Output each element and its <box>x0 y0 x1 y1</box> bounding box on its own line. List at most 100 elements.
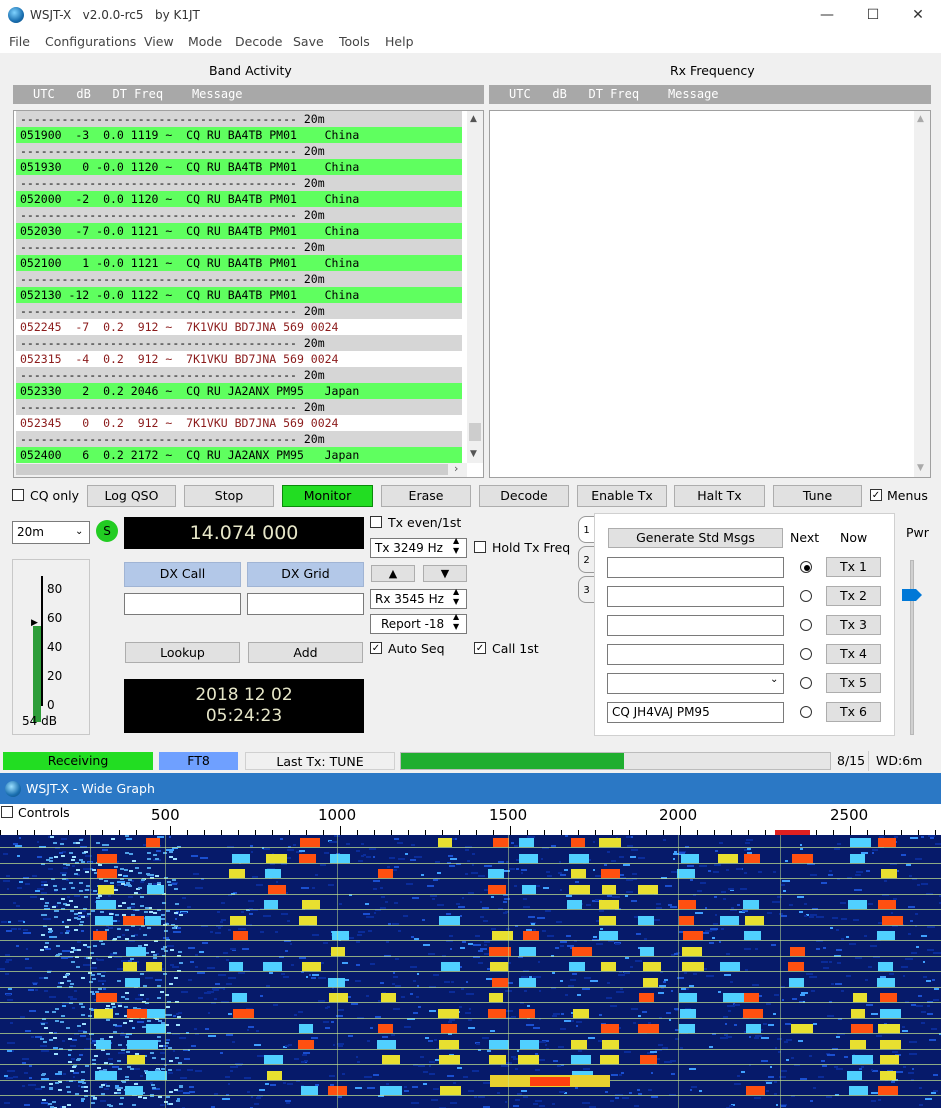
menus-checkbox[interactable]: ✓ <box>870 489 882 501</box>
tx3-message-input[interactable] <box>607 615 784 636</box>
dx-grid-input[interactable] <box>247 593 364 615</box>
band-activity-vscroll[interactable]: ▲ ▼ <box>467 111 483 463</box>
tx5-now-button[interactable]: Tx 5 <box>826 673 881 693</box>
clock-date: 2018 12 02 <box>195 685 293 705</box>
generate-std-msgs-button[interactable]: Generate Std Msgs <box>608 528 783 548</box>
tx5-chevron-down-icon[interactable]: ⌄ <box>770 674 778 685</box>
halt-tx-button[interactable]: Halt Tx <box>674 485 765 507</box>
maximize-button[interactable]: ☐ <box>850 0 896 31</box>
lookup-button[interactable]: Lookup <box>125 642 240 663</box>
hold-tx-freq-checkbox[interactable] <box>474 541 486 553</box>
period-separator: ----------------------------------------… <box>16 431 462 447</box>
rx-frequency-vscroll[interactable]: ▲ ▼ <box>914 111 930 477</box>
decode-line[interactable]: 052130 -12 -0.0 1122 ~ CQ RU BA4TB PM01 … <box>16 287 462 303</box>
decode-line[interactable]: 051900 -3 0.0 1119 ~ CQ RU BA4TB PM01 Ch… <box>16 127 462 143</box>
waterfall-display[interactable] <box>0 835 941 1108</box>
app-globe-icon <box>8 7 24 23</box>
decode-line[interactable]: 052315 -4 0.2 912 ~ 7K1VKU BD7JNA 569 00… <box>16 351 462 367</box>
tx2-message-input[interactable] <box>607 586 784 607</box>
rx-frequency-panel[interactable]: ▲ ▼ <box>489 110 931 478</box>
decode-line[interactable]: 052345 0 0.2 912 ~ 7K1VKU BD7JNA 569 002… <box>16 415 462 431</box>
scroll-down-icon[interactable]: ▼ <box>470 449 477 459</box>
up-arrow-button[interactable]: ▲ <box>371 565 415 582</box>
decode-line[interactable]: 052330 2 0.2 2046 ~ CQ RU JA2ANX PM95 Ja… <box>16 383 462 399</box>
menu-help[interactable]: Help <box>385 34 414 49</box>
stop-button[interactable]: Stop <box>184 485 274 507</box>
tx3-now-button[interactable]: Tx 3 <box>826 615 881 635</box>
add-button[interactable]: Add <box>248 642 363 663</box>
band-activity-hscroll[interactable]: › <box>14 462 467 477</box>
tab-3[interactable]: 3 <box>578 576 595 603</box>
dx-call-input[interactable] <box>124 593 241 615</box>
tx-even-checkbox[interactable] <box>370 516 382 528</box>
rx-spin-arrows-icon[interactable]: ▲ ▼ <box>453 587 459 607</box>
rx-scroll-down-icon[interactable]: ▼ <box>917 463 924 473</box>
controls-checkbox[interactable] <box>1 806 13 818</box>
band-activity-panel[interactable]: ----------------------------------------… <box>13 110 484 478</box>
menu-file[interactable]: File <box>9 34 30 49</box>
hscroll-thumb[interactable] <box>16 464 448 475</box>
menu-decode[interactable]: Decode <box>235 34 282 49</box>
meter-tick-0: 0 <box>47 698 55 712</box>
tx1-next-radio[interactable] <box>800 561 812 573</box>
decode-line[interactable]: 051930 0 -0.0 1120 ~ CQ RU BA4TB PM01 Ch… <box>16 159 462 175</box>
decode-line[interactable]: 052030 -7 -0.0 1121 ~ CQ RU BA4TB PM01 C… <box>16 223 462 239</box>
auto-seq-checkbox[interactable]: ✓ <box>370 642 382 654</box>
menu-view[interactable]: View <box>144 34 174 49</box>
report-spin-arrows-icon[interactable]: ▲ ▼ <box>453 612 459 632</box>
band-activity-list: ----------------------------------------… <box>16 111 462 463</box>
band-select-value: 20m <box>17 525 44 539</box>
pwr-slider-track[interactable] <box>910 560 914 735</box>
period-separator: ----------------------------------------… <box>16 207 462 223</box>
period-separator: ----------------------------------------… <box>16 367 462 383</box>
tx4-message-input[interactable] <box>607 644 784 665</box>
tx2-now-button[interactable]: Tx 2 <box>826 586 881 606</box>
decode-line[interactable]: 052100 1 -0.0 1121 ~ CQ RU BA4TB PM01 Ch… <box>16 255 462 271</box>
band-activity-header: UTC dB DT Freq Message <box>13 85 484 104</box>
tx5-next-radio[interactable] <box>800 677 812 689</box>
spin-arrows-icon[interactable]: ▲ ▼ <box>453 536 459 556</box>
cq-only-checkbox[interactable] <box>12 489 24 501</box>
menu-mode[interactable]: Mode <box>188 34 222 49</box>
tab-2[interactable]: 2 <box>578 546 595 573</box>
tx4-now-button[interactable]: Tx 4 <box>826 644 881 664</box>
down-arrow-button[interactable]: ▼ <box>423 565 467 582</box>
call-1st-checkbox[interactable]: ✓ <box>474 642 486 654</box>
tx6-next-radio[interactable] <box>800 706 812 718</box>
band-select[interactable]: 20m ⌄ <box>12 521 90 544</box>
tx2-next-radio[interactable] <box>800 590 812 602</box>
decode-line[interactable]: 052245 -7 0.2 912 ~ 7K1VKU BD7JNA 569 00… <box>16 319 462 335</box>
tx4-next-radio[interactable] <box>800 648 812 660</box>
tx3-next-radio[interactable] <box>800 619 812 631</box>
tx5-message-input[interactable] <box>607 673 784 694</box>
tab-1[interactable]: 1 <box>578 516 595 543</box>
tx1-message-input[interactable] <box>607 557 784 578</box>
tx6-message-input[interactable]: CQ JH4VAJ PM95 <box>607 702 784 723</box>
rx-scroll-up-icon[interactable]: ▲ <box>917 114 924 124</box>
report-spinbox[interactable]: Report -18 ▲ ▼ <box>370 612 467 634</box>
close-button[interactable]: ✕ <box>895 0 941 31</box>
tx-frequency-spinbox[interactable]: Tx 3249 Hz ▲ ▼ <box>370 536 467 558</box>
monitor-button[interactable]: Monitor <box>282 485 373 507</box>
pwr-slider-handle[interactable] <box>902 589 922 601</box>
decode-button[interactable]: Decode <box>479 485 569 507</box>
s-meter-badge[interactable]: S <box>96 520 118 542</box>
log-qso-button[interactable]: Log QSO <box>87 485 176 507</box>
decode-line[interactable]: 052000 -2 0.0 1120 ~ CQ RU BA4TB PM01 Ch… <box>16 191 462 207</box>
minimize-button[interactable]: — <box>804 0 850 31</box>
tx1-now-button[interactable]: Tx 1 <box>826 557 881 577</box>
band-activity-title: Band Activity <box>209 63 292 78</box>
enable-tx-button[interactable]: Enable Tx <box>577 485 667 507</box>
tx6-now-button[interactable]: Tx 6 <box>826 702 881 722</box>
tune-button[interactable]: Tune <box>773 485 862 507</box>
scroll-thumb[interactable] <box>469 423 481 441</box>
decode-line[interactable]: 052400 6 0.2 2172 ~ CQ RU JA2ANX PM95 Ja… <box>16 447 462 463</box>
menu-tools[interactable]: Tools <box>339 34 370 49</box>
menu-save[interactable]: Save <box>293 34 324 49</box>
rx-frequency-spinbox[interactable]: Rx 3545 Hz ▲ ▼ <box>370 587 467 609</box>
scroll-right-icon[interactable]: › <box>454 462 458 475</box>
menu-configurations[interactable]: Configurations <box>45 34 136 49</box>
erase-button[interactable]: Erase <box>381 485 471 507</box>
scroll-up-icon[interactable]: ▲ <box>470 114 477 124</box>
rx-frequency-value: Rx 3545 Hz <box>375 592 444 606</box>
